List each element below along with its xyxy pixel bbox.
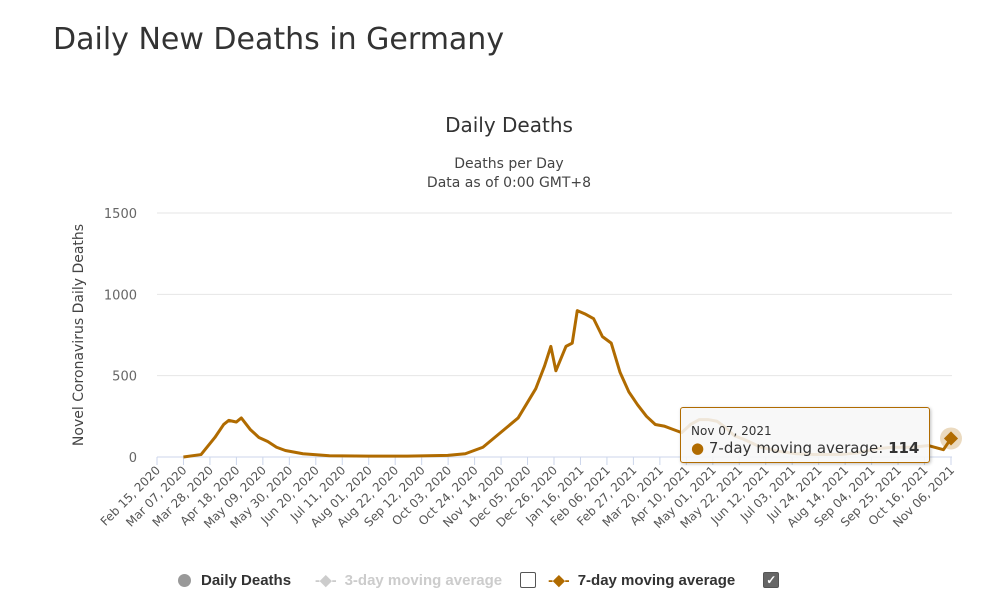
legend-label: 7-day moving average (577, 571, 736, 589)
chart-subtitle-date: Data as of 0:00 GMT+8 (427, 175, 591, 191)
legend-item-daily-deaths[interactable]: Daily Deaths (178, 572, 291, 589)
legend: Daily Deaths -◆- 3-day moving average -◆… (178, 571, 791, 589)
circle-icon (178, 573, 191, 587)
legend-label: Daily Deaths (201, 571, 292, 589)
tooltip-label: 7-day moving average: (708, 439, 889, 457)
legend-label: 3-day moving average (344, 571, 503, 589)
y-axis-label: Novel Coronavirus Daily Deaths (71, 224, 87, 446)
tooltip: Nov 07, 2021 ● 7-day moving average: 114 (680, 407, 930, 463)
legend-item-7-day[interactable]: -◆- 7-day moving average (548, 571, 736, 590)
tooltip-value: 114 (888, 439, 920, 457)
y-tick-label: 1000 (104, 288, 137, 303)
chart-title: Daily Deaths (445, 113, 573, 137)
chart: Daily Deaths Deaths per Day Data as of 0… (71, 113, 962, 531)
legend-item-3-day[interactable]: -◆- 3-day moving average (315, 571, 503, 590)
y-tick-label: 0 (129, 451, 137, 466)
y-tick-label: 1500 (104, 207, 137, 222)
chart-subtitle: Deaths per Day (454, 156, 563, 172)
line-diamond-icon: -◆- (548, 572, 570, 589)
y-tick-label: 500 (112, 370, 137, 385)
tooltip-dot-icon: ● (691, 439, 705, 457)
line-diamond-icon: -◆- (315, 572, 337, 589)
checkbox-7-day[interactable]: ✓ (763, 572, 780, 588)
tooltip-date: Nov 07, 2021 (691, 424, 772, 438)
checkbox-3-day[interactable] (520, 572, 537, 588)
